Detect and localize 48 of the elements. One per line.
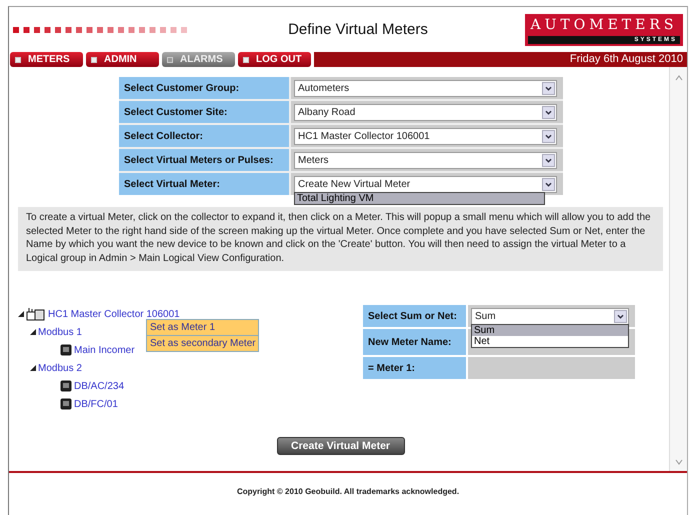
instructions-text: To create a virtual Meter, click on the collector to expand it, then click on a Meter. This will popup a small menu which will allow you to add the selected Meter to the right hand side of the screen making up the virtual Meter. Once complete and you have selected Sum or Net, enter the Name by which you want the new device to be known and click on the 'Create' button. You will then need to assign the virtual Meter to a Logical group in Admin > Main Logical View Configuration. — [18, 207, 663, 271]
tree-item[interactable]: Modbus 1 — [38, 326, 82, 338]
date-bar: Friday 6th August 2010 — [314, 52, 687, 67]
nav-tab[interactable]: METERS — [10, 52, 83, 67]
chevron-down-icon[interactable] — [542, 154, 555, 166]
triangle-icon[interactable] — [30, 329, 36, 335]
meter-icon — [60, 380, 72, 392]
create-virtual-meter-button[interactable]: Create Virtual Meter — [276, 437, 404, 455]
logo-name: AUTOMETERS — [530, 16, 678, 32]
dropdown-option[interactable]: Total Lighting VM — [295, 193, 544, 204]
field-label: Select Collector: — [119, 125, 289, 147]
nav-tab[interactable]: ADMIN — [86, 52, 159, 67]
chevron-down-icon[interactable] — [542, 82, 555, 94]
field-label: New Meter Name: — [363, 329, 466, 355]
select-dropdown[interactable]: HC1 Master Collector 106001 — [294, 128, 557, 144]
chevron-down-icon[interactable] — [614, 310, 627, 322]
field-label: Select Customer Group: — [119, 77, 289, 99]
triangle-icon[interactable] — [30, 365, 36, 371]
menu-item[interactable]: Set as secondary Meter — [147, 336, 258, 351]
tree-item[interactable]: HC1 Master Collector 106001 — [48, 308, 180, 320]
chevron-down-icon[interactable] — [542, 106, 555, 118]
copyright-text: Copyright © 2010 Geobuild. All trademarks acknowledged. — [236, 487, 460, 498]
select-dropdown[interactable]: Autometers — [294, 80, 557, 96]
scrollbar[interactable] — [669, 67, 687, 471]
triangle-icon[interactable] — [18, 311, 24, 317]
tree-item[interactable]: DB/AC/234 — [74, 380, 124, 392]
select-dropdown[interactable]: Meters — [294, 152, 557, 168]
field-label: Select Sum or Net: — [363, 305, 466, 327]
field-label: = Meter 1: — [363, 357, 466, 379]
network-device-icon — [26, 307, 46, 321]
field-label: Select Virtual Meter: — [119, 173, 289, 195]
chevron-down-icon[interactable] — [542, 130, 555, 142]
tree-item[interactable]: Main Incomer — [74, 344, 135, 356]
field-label: Select Customer Site: — [119, 101, 289, 123]
nav-tab[interactable]: LOG OUT — [238, 52, 311, 67]
tree-item[interactable]: Modbus 2 — [38, 362, 82, 374]
field-label: Select Virtual Meters or Pulses: — [119, 149, 289, 171]
select-dropdown[interactable]: Sum — [471, 308, 629, 324]
chevron-up-icon[interactable] — [674, 75, 682, 81]
meter-icon — [60, 344, 72, 356]
meter-icon — [60, 398, 72, 410]
menu-item[interactable]: Set as Meter 1 — [147, 320, 258, 336]
page-title: Define Virtual Meters — [287, 21, 429, 38]
tree-item[interactable]: DB/FC/01 — [74, 398, 118, 410]
dropdown-option[interactable]: Sum — [472, 325, 628, 336]
chevron-down-icon[interactable] — [542, 178, 555, 190]
select-dropdown[interactable]: Create New Virtual Meter — [294, 176, 557, 192]
select-dropdown[interactable]: Albany Road — [294, 104, 557, 120]
